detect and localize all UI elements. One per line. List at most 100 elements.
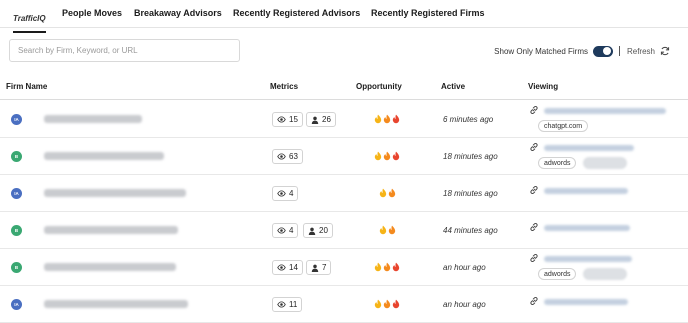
views-metric: 15 xyxy=(272,112,303,127)
firm-name-link[interactable] xyxy=(44,300,188,308)
flame-icon xyxy=(383,299,391,309)
users-count: 7 xyxy=(322,263,327,272)
table-row[interactable]: IA 11 an hour ago xyxy=(0,286,688,323)
viewed-url[interactable] xyxy=(544,188,628,194)
firm-type-badge: IA xyxy=(11,188,22,199)
toolbar: Show Only Matched Firms Refresh xyxy=(494,44,670,58)
table-row[interactable]: IA 15 26 6 minutes ago chatgpt.com xyxy=(0,101,688,138)
firm-type-badge: IA xyxy=(11,299,22,310)
users-count: 20 xyxy=(319,226,328,235)
opportunity-rating xyxy=(374,262,401,272)
matched-firms-toggle[interactable] xyxy=(592,45,613,57)
views-metric: 4 xyxy=(272,186,299,201)
toggle-knob xyxy=(603,47,612,55)
firm-name-link[interactable] xyxy=(44,189,186,197)
link-icon[interactable] xyxy=(529,253,539,263)
flame-icon xyxy=(383,151,391,161)
views-metric: 63 xyxy=(272,149,303,164)
firm-type-badge: B xyxy=(11,262,22,273)
opportunity-rating xyxy=(379,188,397,198)
flame-icon xyxy=(383,262,391,272)
person-icon xyxy=(311,116,319,124)
flame-icon xyxy=(392,114,400,124)
tab-breakaway-advisors[interactable]: Breakaway Advisors xyxy=(134,8,222,18)
users-metric: 20 xyxy=(303,223,333,238)
header-firm-name[interactable]: Firm Name xyxy=(6,82,47,91)
eye-icon xyxy=(277,190,286,197)
refresh-icon[interactable] xyxy=(660,46,670,56)
opportunity-rating xyxy=(374,299,401,309)
person-icon xyxy=(311,264,319,272)
viewed-url[interactable] xyxy=(544,145,634,151)
views-metric: 14 xyxy=(272,260,303,275)
tab-recently-registered-advisors[interactable]: Recently Registered Advisors xyxy=(233,8,360,18)
views-count: 11 xyxy=(289,300,298,309)
flame-icon xyxy=(379,225,387,235)
link-icon[interactable] xyxy=(529,185,539,195)
header-opportunity[interactable]: Opportunity xyxy=(356,82,402,91)
referrer-pill-hidden xyxy=(583,157,627,169)
link-icon[interactable] xyxy=(529,296,539,306)
tab-trafficiq[interactable]: TrafficIQ xyxy=(13,14,46,33)
firm-name-link[interactable] xyxy=(44,115,142,123)
flame-icon xyxy=(374,262,382,272)
viewed-url[interactable] xyxy=(544,225,630,231)
flame-icon xyxy=(392,151,400,161)
viewed-url[interactable] xyxy=(544,299,628,305)
last-active: 44 minutes ago xyxy=(443,226,498,235)
views-metric: 4 xyxy=(272,223,299,238)
header-active[interactable]: Active xyxy=(441,82,465,91)
firm-name-link[interactable] xyxy=(44,226,178,234)
header-metrics[interactable]: Metrics xyxy=(270,82,298,91)
eye-icon xyxy=(277,227,286,234)
opportunity-rating xyxy=(379,225,397,235)
flame-icon xyxy=(388,188,396,198)
matched-firms-toggle-label: Show Only Matched Firms xyxy=(494,46,588,56)
views-count: 4 xyxy=(289,189,294,198)
eye-icon xyxy=(277,116,286,123)
views-metric: 11 xyxy=(272,297,303,312)
table-row[interactable]: B 14 7 an hour ago adwords xyxy=(0,249,688,286)
viewed-url[interactable] xyxy=(544,108,666,114)
users-metric: 7 xyxy=(306,260,332,275)
last-active: an hour ago xyxy=(443,263,486,272)
link-icon[interactable] xyxy=(529,222,539,232)
tab-recently-registered-firms[interactable]: Recently Registered Firms xyxy=(371,8,485,18)
flame-icon xyxy=(379,188,387,198)
header-viewing[interactable]: Viewing xyxy=(528,82,558,91)
last-active: 18 minutes ago xyxy=(443,152,498,161)
users-count: 26 xyxy=(322,115,331,124)
users-metric: 26 xyxy=(306,112,336,127)
tab-people-moves[interactable]: People Moves xyxy=(62,8,122,18)
link-icon[interactable] xyxy=(529,105,539,115)
table-row[interactable]: IA 4 18 minutes ago xyxy=(0,175,688,212)
table-row[interactable]: B 63 18 minutes ago adwords xyxy=(0,138,688,175)
opportunity-rating xyxy=(374,114,401,124)
views-count: 14 xyxy=(289,263,298,272)
viewed-url[interactable] xyxy=(544,256,632,262)
firm-name-link[interactable] xyxy=(44,263,176,271)
last-active: 18 minutes ago xyxy=(443,189,498,198)
firm-type-badge: B xyxy=(11,225,22,236)
eye-icon xyxy=(277,264,286,271)
person-icon xyxy=(308,227,316,235)
refresh-button[interactable]: Refresh xyxy=(627,47,655,56)
eye-icon xyxy=(277,153,286,160)
flame-icon xyxy=(374,299,382,309)
opportunity-rating xyxy=(374,151,401,161)
flame-icon xyxy=(392,262,400,272)
last-active: 6 minutes ago xyxy=(443,115,494,124)
tab-bar: TrafficIQ People Moves Breakaway Advisor… xyxy=(0,0,688,33)
flame-icon xyxy=(392,299,400,309)
search-input[interactable] xyxy=(9,39,240,62)
table-row[interactable]: B 4 20 44 minutes ago xyxy=(0,212,688,249)
flame-icon xyxy=(388,225,396,235)
referrer-pill-hidden xyxy=(583,268,627,280)
views-count: 15 xyxy=(289,115,298,124)
views-count: 63 xyxy=(289,152,298,161)
referrer-pill: adwords xyxy=(538,268,577,280)
views-count: 4 xyxy=(289,226,294,235)
firm-name-link[interactable] xyxy=(44,152,164,160)
toolbar-divider xyxy=(618,46,620,56)
link-icon[interactable] xyxy=(529,142,539,152)
